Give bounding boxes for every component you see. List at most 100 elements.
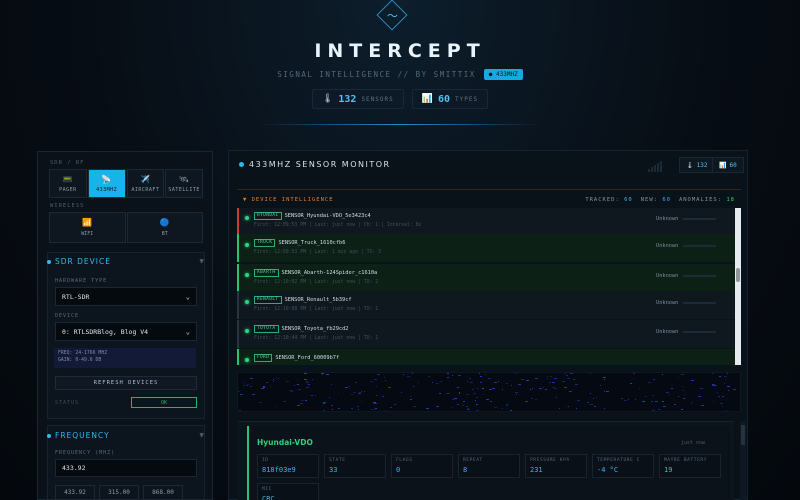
detail-field-key: TEMPERATURE C: [597, 458, 641, 463]
device-label: DEVICE: [55, 313, 80, 319]
detail-device-name: Hyundai-VDO: [257, 438, 313, 447]
detail-field: REPEAT 8: [458, 454, 520, 478]
mode-433mhz-button[interactable]: 📡 433MHZ: [87, 169, 126, 198]
type-count-pill: 📊 60: [712, 157, 744, 173]
status-led-icon: [245, 273, 249, 277]
frequency-dot-icon: [47, 433, 51, 438]
device-row[interactable]: TRUCK SENSOR_Truck_1610cfb6 First: 12:09:5…: [237, 234, 735, 262]
device-name: SENSOR_Renault_5b39cf: [284, 297, 352, 303]
satellite-icon: 🛰: [178, 174, 190, 184]
intel-counters: TRACKED: 60 NEW: 60 ANOMALIES: 18: [585, 196, 735, 203]
monitor-title: 433MHZ SENSOR MONITOR: [249, 160, 391, 169]
detail-field-key: ID: [262, 458, 269, 463]
device-detail-line: First: 12:09:53 PM | Last: 1 min ago | T…: [254, 250, 382, 255]
mode-selector: 📟 PAGER 📡 433MHZ ✈️ AIRCRAFT 🛰 SATELLITE: [49, 169, 203, 198]
status-led-icon: [245, 243, 249, 247]
device-list-scrollbar[interactable]: [735, 208, 741, 365]
device-select[interactable]: 0: RTLSDRBlog, Blog V4 ⌄: [55, 322, 197, 341]
device-status: Unknown: [656, 216, 679, 222]
mode-badge: ● 433MHZ: [483, 69, 523, 80]
signal-meter: [683, 302, 716, 304]
sdr-device-header[interactable]: SDR DEVICE ▼: [47, 257, 205, 266]
frequency-header[interactable]: FREQUENCY ▼: [47, 431, 205, 440]
device-detail-line: First: 12:09:53 PM | Last: just now | Ch…: [254, 223, 422, 228]
mode-wifi-button[interactable]: 📶 WIFI: [49, 212, 126, 243]
types-label: TYPES: [455, 95, 479, 103]
manufacturer-tag: HYUNDAI: [254, 212, 282, 220]
main-scrollbar[interactable]: [740, 421, 746, 500]
mode-section-label: SDR / RF: [50, 160, 85, 166]
detail-field-key: MIC: [262, 487, 272, 492]
mode-satellite-button[interactable]: 🛰 SATELLITE: [165, 169, 203, 198]
sensors-label: SENSORS: [361, 95, 394, 103]
new-count: 60: [662, 196, 671, 203]
detail-field-key: FLAGS: [396, 458, 413, 463]
row-accent-bar: [237, 264, 239, 292]
manufacturer-tag: RENAULT: [254, 296, 282, 304]
device-row[interactable]: HYUNDAI SENSOR_Hyundai-VDO_5e3423c4 First:…: [237, 208, 735, 235]
bluetooth-icon: 🔵: [159, 218, 170, 227]
frequency-presets: 433.92 315.00 868.00: [55, 485, 183, 500]
mode-bluetooth-button[interactable]: 🔵 BT: [126, 212, 203, 243]
sdr-dot-icon: [47, 259, 51, 264]
status-led-icon: [245, 358, 249, 362]
row-title: ABARTH SENSOR_Abarth-124Spider_c1610a: [254, 269, 377, 277]
preset-868-button[interactable]: 868.00: [143, 485, 183, 500]
row-title: RENAULT SENSOR_Renault_5b39cf: [254, 296, 352, 304]
sensor-monitor-panel: 433MHZ SENSOR MONITOR 🌡 132 📊 60 ▼ DEVIC…: [228, 150, 748, 500]
refresh-devices-button[interactable]: REFRESH DEVICES: [55, 376, 197, 390]
status-led-icon: [245, 300, 249, 304]
antenna-icon: 📡: [101, 174, 112, 184]
manufacturer-tag: TRUCK: [254, 239, 276, 247]
device-status: Unknown: [656, 243, 679, 249]
device-detail-line: First: 12:10:44 PM | Last: just now | TX…: [254, 336, 379, 341]
device-list: HYUNDAI SENSOR_Hyundai-VDO_5e3423c4 First:…: [237, 208, 735, 365]
airplane-icon: ✈️: [140, 174, 151, 184]
bar-chart-icon: 📊: [719, 161, 727, 169]
scrollbar-thumb[interactable]: [736, 268, 740, 282]
signal-meter: [683, 245, 716, 247]
signal-meter: [683, 275, 716, 277]
manufacturer-tag: TOYOTA: [254, 325, 279, 333]
hardware-type-select[interactable]: RTL-SDR ⌄: [55, 287, 197, 306]
detail-field: TEMPERATURE C -4 °C: [592, 454, 654, 478]
frequency-input[interactable]: 433.92: [55, 459, 197, 477]
scrollbar-thumb[interactable]: [741, 425, 745, 445]
detail-field-key: REPEAT: [463, 458, 483, 463]
status-key: STATUS: [55, 399, 80, 406]
detail-field-value: 8: [463, 466, 468, 474]
types-stat: 📊 60 TYPES: [411, 89, 489, 109]
detail-field-value: -4 °C: [597, 466, 619, 474]
preset-315-button[interactable]: 315.00: [99, 485, 139, 500]
device-row[interactable]: TOYOTA SENSOR_Toyota_fb29cd2 First: 12:10:…: [237, 320, 735, 348]
device-row[interactable]: FORD SENSOR_Ford_60009b7f: [237, 349, 735, 365]
preset-433-button[interactable]: 433.92: [55, 485, 95, 500]
sensor-count-pill: 🌡 132: [679, 157, 715, 173]
row-accent-bar: [237, 208, 239, 235]
sdr-device-title: SDR DEVICE: [55, 257, 111, 266]
frequency-label: FREQUENCY (MHZ): [55, 450, 116, 456]
hardware-type-label: HARDWARE TYPE: [55, 278, 108, 284]
detail-field-key: PRESSURE KPA: [530, 458, 570, 463]
device-name: SENSOR_Truck_1610cfb6: [278, 240, 346, 246]
device-name: SENSOR_Hyundai-VDO_5e3423c4: [284, 213, 371, 219]
app-title: INTERCEPT: [314, 40, 486, 62]
device-status: Unknown: [656, 329, 679, 335]
device-detail-line: First: 12:10:02 PM | Last: just now | TX…: [254, 280, 379, 285]
device-detail-section: Hyundai-VDO just now ID 818f03e9 STATE 33 FL…: [238, 421, 734, 500]
chevron-down-icon: ⌄: [185, 327, 190, 336]
frequency-title: FREQUENCY: [55, 431, 110, 440]
anomalies-count: 18: [726, 196, 735, 203]
mode-aircraft-button[interactable]: ✈️ AIRCRAFT: [126, 169, 165, 198]
manufacturer-tag: FORD: [254, 354, 273, 362]
mode-pager-button[interactable]: 📟 PAGER: [49, 169, 87, 198]
status-ok-badge: OK: [131, 397, 197, 408]
detail-field-value: CRC: [262, 495, 275, 500]
device-row[interactable]: RENAULT SENSOR_Renault_5b39cf First: 12:10…: [237, 291, 735, 319]
device-row[interactable]: ABARTH SENSOR_Abarth-124Spider_c1610a Firs…: [237, 264, 735, 292]
device-intelligence-bar[interactable]: ▼ DEVICE INTELLIGENCE TRACKED: 60 NEW: 6…: [237, 189, 741, 209]
row-accent-bar: [237, 234, 239, 262]
signal-meter: [683, 331, 716, 333]
row-accent-bar: [237, 349, 239, 365]
thermometer-icon: 🌡: [686, 161, 694, 169]
